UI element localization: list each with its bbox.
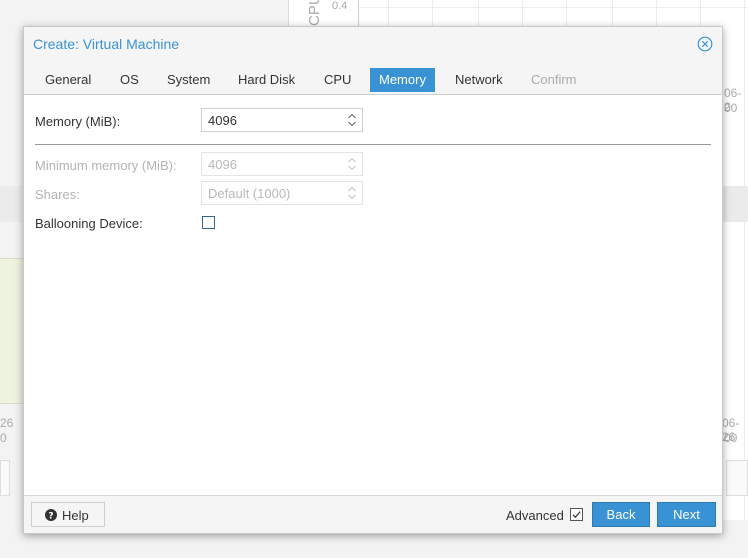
- advanced-label: Advanced: [506, 508, 564, 523]
- background-chart-area: [0, 258, 24, 404]
- chart-time-label: 00: [724, 431, 738, 445]
- dialog-footer: ? Help Advanced Back Next: [24, 495, 722, 533]
- dialog-header: Create: Virtual Machine: [24, 27, 722, 61]
- shares-label: Shares:: [35, 187, 80, 202]
- background-panel: [0, 460, 10, 496]
- shares-value: Default (1000): [208, 186, 291, 201]
- spinner-arrows-icon[interactable]: [347, 112, 357, 128]
- tab-memory[interactable]: Memory: [370, 68, 435, 92]
- background-panel: [726, 460, 748, 496]
- shares-input: Default (1000): [201, 181, 363, 205]
- tab-os[interactable]: OS: [111, 68, 148, 92]
- minimum-memory-label: Minimum memory (MiB):: [35, 158, 177, 173]
- wizard-tabs: General OS System Hard Disk CPU Memory N…: [24, 61, 722, 95]
- question-circle-icon: ?: [45, 509, 57, 521]
- tab-confirm: Confirm: [531, 72, 577, 87]
- ballooning-device-checkbox[interactable]: [202, 216, 215, 229]
- help-button[interactable]: ? Help: [31, 502, 105, 527]
- next-button[interactable]: Next: [657, 502, 716, 527]
- help-button-label: Help: [62, 508, 89, 523]
- spinner-arrows-icon: [348, 157, 356, 171]
- minimum-memory-input: 4096: [201, 152, 363, 176]
- chart-date-label: 26: [0, 416, 14, 430]
- spinner-arrows-icon: [348, 186, 356, 200]
- advanced-checkbox[interactable]: [570, 508, 583, 521]
- background-panel: [0, 186, 24, 222]
- back-button[interactable]: Back: [592, 502, 650, 527]
- tab-general[interactable]: General: [36, 68, 100, 92]
- memory-input[interactable]: 4096: [201, 108, 363, 132]
- svg-text:?: ?: [48, 511, 53, 521]
- memory-label: Memory (MiB):: [35, 114, 121, 129]
- memory-value: 4096: [208, 113, 237, 128]
- close-icon[interactable]: [697, 36, 713, 52]
- dialog-title: Create: Virtual Machine: [33, 36, 180, 52]
- background-panel: [722, 186, 748, 222]
- chart-tick-label: 0.4: [332, 0, 348, 12]
- chart-time-label: 0: [0, 431, 7, 445]
- chart-gridline: [358, 7, 748, 8]
- minimum-memory-value: 4096: [208, 157, 237, 172]
- tab-system[interactable]: System: [158, 68, 219, 92]
- create-vm-dialog: Create: Virtual Machine General OS Syste…: [23, 26, 723, 534]
- tab-cpu[interactable]: CPU: [315, 68, 360, 92]
- ballooning-device-label: Ballooning Device:: [35, 216, 143, 231]
- section-divider: [35, 144, 711, 145]
- chart-time-label: 00: [724, 101, 738, 115]
- tab-hard-disk[interactable]: Hard Disk: [229, 68, 304, 92]
- memory-panel: Memory (MiB): 4096 Minimum memory (MiB):…: [24, 96, 722, 495]
- chart-axis-label: CPU: [306, 0, 323, 26]
- tab-network[interactable]: Network: [446, 68, 512, 92]
